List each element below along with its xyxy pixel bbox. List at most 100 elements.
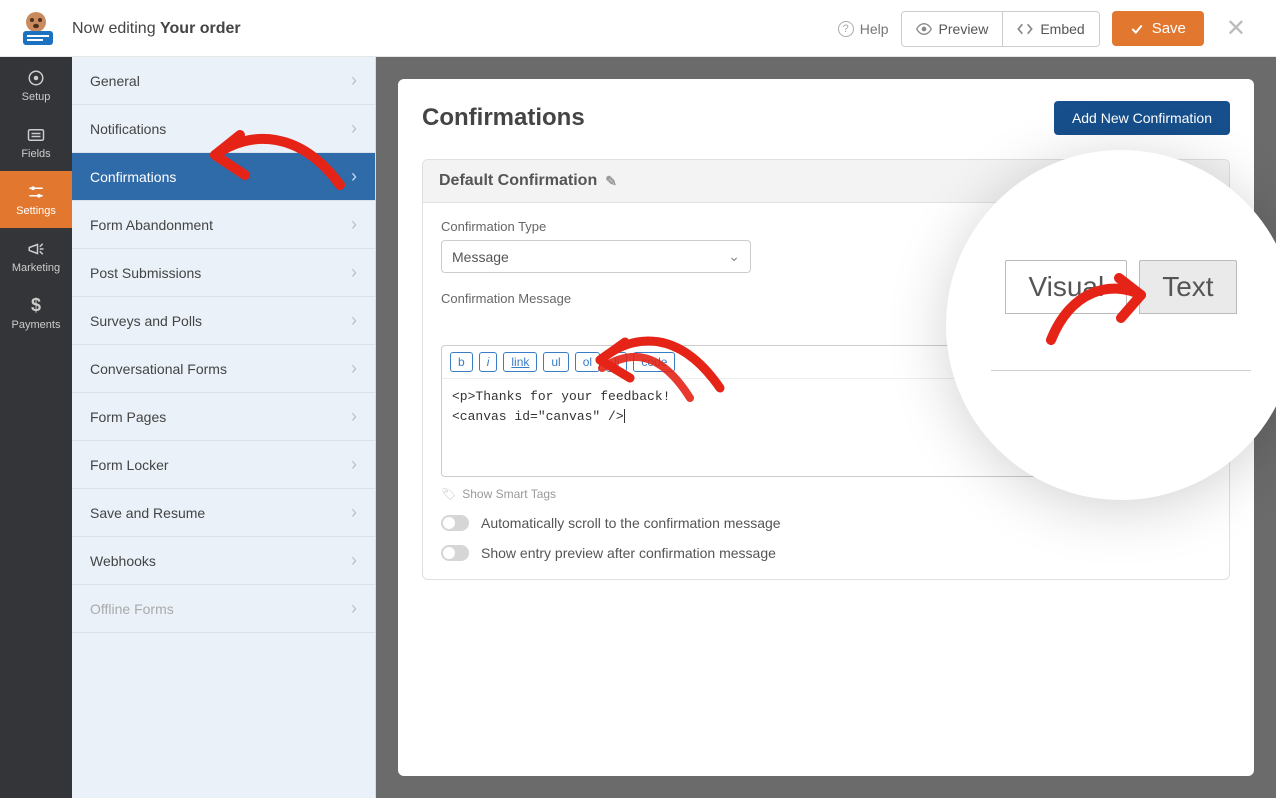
sidebar-label: Notifications (90, 121, 166, 137)
smart-tags-label: Show Smart Tags (462, 487, 556, 501)
code-icon (1017, 23, 1033, 35)
now-editing-label: Now editing Your order (72, 20, 241, 38)
rail-label: Fields (21, 148, 50, 160)
sidebar-label: Confirmations (90, 169, 176, 185)
annotation-arrow-magnifier (1041, 270, 1151, 350)
toggle-label: Show entry preview after confirmation me… (481, 545, 776, 561)
rail-label: Settings (16, 205, 56, 217)
text-caret (624, 409, 625, 423)
help-label: Help (860, 21, 889, 37)
sidebar-item-webhooks[interactable]: Webhooks › (72, 537, 375, 585)
toolbar-italic[interactable]: i (479, 352, 498, 372)
toolbar-code[interactable]: code (633, 352, 675, 372)
chevron-right-icon: › (351, 70, 357, 91)
now-editing-text: Now editing (72, 20, 160, 37)
toolbar-link[interactable]: link (503, 352, 537, 372)
add-confirmation-button[interactable]: Add New Confirmation (1054, 101, 1230, 135)
toolbar-ol[interactable]: ol (575, 352, 600, 372)
toggle-auto-scroll-row: Automatically scroll to the confirmation… (441, 515, 1211, 531)
chevron-right-icon: › (351, 550, 357, 571)
toggle-auto-scroll[interactable] (441, 515, 469, 531)
sidebar-item-notifications[interactable]: Notifications› (72, 105, 375, 153)
chevron-right-icon: › (351, 598, 357, 619)
close-button[interactable]: ✕ (1216, 14, 1256, 43)
rail-fields[interactable]: Fields (0, 114, 72, 171)
eye-icon (916, 23, 932, 35)
rail-label: Marketing (12, 262, 60, 274)
rail-setup[interactable]: Setup (0, 57, 72, 114)
chevron-right-icon: › (351, 358, 357, 379)
left-rail: Setup Fields Settings Marketing $ Paymen… (0, 57, 72, 798)
help-icon: ? (838, 21, 854, 37)
rail-settings[interactable]: Settings (0, 171, 72, 228)
sidebar-item-general[interactable]: General › (72, 57, 375, 105)
chevron-right-icon: › (351, 310, 357, 331)
dollar-icon: $ (26, 297, 46, 315)
preview-button[interactable]: Preview (902, 12, 1003, 46)
panel-header: Confirmations Add New Confirmation (422, 101, 1230, 135)
preview-label: Preview (939, 21, 989, 37)
rail-label: Setup (22, 91, 51, 103)
sidebar-item-form-locker[interactable]: Form Locker › (72, 441, 375, 489)
magnifier-divider (991, 370, 1251, 371)
form-name: Your order (160, 20, 241, 37)
sidebar-label: Webhooks (90, 553, 156, 569)
sidebar-item-conversational[interactable]: Conversational Forms › (72, 345, 375, 393)
chevron-right-icon: › (351, 214, 357, 235)
sidebar-label: Form Locker (90, 457, 169, 473)
sidebar-item-offline-forms[interactable]: Offline Forms › (72, 585, 375, 633)
sidebar-label: Offline Forms (90, 601, 174, 617)
sidebar-item-form-pages[interactable]: Form Pages › (72, 393, 375, 441)
card-title: Default Confirmation (439, 172, 597, 190)
chevron-right-icon: › (351, 406, 357, 427)
toggle-entry-preview-row: Show entry preview after confirmation me… (441, 545, 1211, 561)
app-logo (0, 0, 72, 57)
wpforms-logo-icon (15, 11, 57, 47)
chevron-down-icon: ⌄ (728, 248, 740, 265)
toolbar-ul[interactable]: ul (543, 352, 568, 372)
chevron-right-icon: › (351, 262, 357, 283)
chevron-right-icon: › (351, 454, 357, 475)
rail-payments[interactable]: $ Payments (0, 285, 72, 342)
sidebar-item-surveys[interactable]: Surveys and Polls › (72, 297, 375, 345)
sidebar-label: Conversational Forms (90, 361, 227, 377)
sidebar-label: Post Submissions (90, 265, 201, 281)
tag-icon: 🏷 (441, 487, 456, 501)
sliders-icon (26, 183, 46, 201)
select-value: Message (452, 249, 509, 265)
save-button[interactable]: Save (1112, 11, 1204, 46)
toolbar-bold[interactable]: b (450, 352, 473, 372)
help-link[interactable]: ? Help (838, 21, 889, 37)
sidebar-label: Surveys and Polls (90, 313, 202, 329)
chevron-right-icon: › (351, 166, 357, 187)
top-bar: Now editing Your order ? Help Preview Em… (0, 0, 1276, 57)
annotation-magnifier: Visual Text (946, 150, 1276, 500)
rail-label: Payments (12, 319, 61, 331)
magnifier-tab-text: Text (1139, 260, 1236, 314)
page-title: Confirmations (422, 104, 585, 132)
pencil-icon[interactable]: ✎ (605, 173, 617, 190)
sidebar-label: Form Pages (90, 409, 166, 425)
sidebar-label: Form Abandonment (90, 217, 213, 233)
toolbar-li[interactable]: li (606, 352, 627, 372)
editor-line: <canvas id="canvas" /> (452, 409, 624, 424)
toggle-entry-preview[interactable] (441, 545, 469, 561)
gear-icon (26, 69, 46, 87)
save-label: Save (1152, 20, 1186, 37)
sidebar-item-confirmations[interactable]: Confirmations › (72, 153, 375, 201)
embed-button[interactable]: Embed (1002, 12, 1098, 46)
bullhorn-icon (26, 240, 46, 258)
toggle-label: Automatically scroll to the confirmation… (481, 515, 781, 531)
preview-embed-group: Preview Embed (901, 11, 1100, 47)
sidebar-label: General (90, 73, 140, 89)
chevron-right-icon: › (351, 502, 357, 523)
sidebar-item-post-submissions[interactable]: Post Submissions › (72, 249, 375, 297)
sidebar-label: Save and Resume (90, 505, 205, 521)
rail-marketing[interactable]: Marketing (0, 228, 72, 285)
sidebar-item-form-abandonment[interactable]: Form Abandonment › (72, 201, 375, 249)
list-icon (26, 126, 46, 144)
top-right-actions: ? Help Preview Embed Save ✕ (838, 11, 1256, 47)
check-icon (1130, 22, 1144, 36)
confirmation-type-select[interactable]: Message ⌄ (441, 240, 751, 273)
sidebar-item-save-resume[interactable]: Save and Resume › (72, 489, 375, 537)
